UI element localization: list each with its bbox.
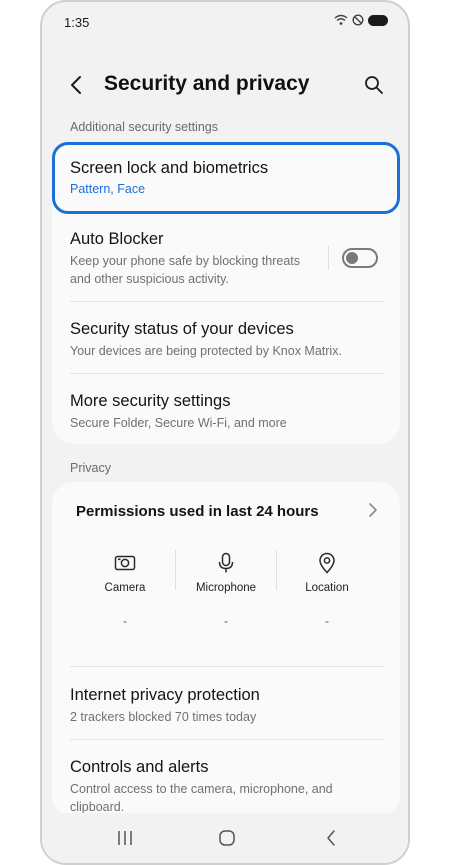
permission-microphone-label: Microphone xyxy=(195,582,257,594)
permission-camera[interactable]: Camera - xyxy=(75,550,175,628)
security-status-item[interactable]: Security status of your devices Your dev… xyxy=(52,302,400,373)
controls-alerts-item[interactable]: Controls and alerts Control access to th… xyxy=(52,740,400,817)
app-header: Security and privacy xyxy=(42,62,408,108)
home-icon xyxy=(219,830,235,846)
controls-alerts-title: Controls and alerts xyxy=(70,758,209,776)
recents-button[interactable] xyxy=(110,825,140,851)
security-status-title: Security status of your devices xyxy=(70,320,294,338)
auto-blocker-toggle[interactable] xyxy=(342,248,378,268)
toggle-knob xyxy=(346,252,358,264)
search-icon xyxy=(365,76,383,94)
toggle-separator xyxy=(328,246,329,270)
battery-icon xyxy=(368,14,388,26)
permission-location-value: - xyxy=(325,614,329,628)
permission-location[interactable]: Location - xyxy=(277,550,377,628)
permission-camera-value: - xyxy=(123,614,127,628)
highlight-outline xyxy=(52,142,400,214)
phone-screen: 1:35 Security and privacy Additional sec… xyxy=(40,0,410,865)
back-button[interactable] xyxy=(64,72,88,98)
section-label-privacy: Privacy xyxy=(70,461,111,475)
back-icon xyxy=(327,830,335,846)
internet-privacy-title: Internet privacy protection xyxy=(70,686,260,704)
security-status-subtitle: Your devices are being protected by Knox… xyxy=(70,344,342,358)
screen-lock-item[interactable]: Screen lock and biometrics Pattern, Face xyxy=(52,142,400,214)
more-security-subtitle: Secure Folder, Secure Wi-Fi, and more xyxy=(70,416,287,430)
auto-blocker-item[interactable]: Auto Blocker Keep your phone safe by blo… xyxy=(52,220,400,300)
permission-microphone-value: - xyxy=(224,614,228,628)
microphone-icon xyxy=(218,552,234,573)
section-label-security: Additional security settings xyxy=(70,120,218,134)
permission-camera-label: Camera xyxy=(104,582,146,594)
more-security-title: More security settings xyxy=(70,392,231,410)
back-nav-button[interactable] xyxy=(316,825,346,851)
permissions-header[interactable]: Permissions used in last 24 hours xyxy=(52,482,400,538)
screen-lock-title: Screen lock and biometrics xyxy=(70,159,269,177)
auto-blocker-title: Auto Blocker xyxy=(70,230,164,248)
home-button[interactable] xyxy=(212,825,242,851)
permissions-title: Permissions used in last 24 hours xyxy=(76,503,319,520)
controls-alerts-subtitle: Control access to the camera, microphone… xyxy=(70,782,333,814)
page-title: Security and privacy xyxy=(104,72,310,95)
privacy-card: Permissions used in last 24 hours Camera… xyxy=(52,482,400,817)
status-bar: 1:35 xyxy=(42,2,408,46)
permission-location-label: Location xyxy=(305,582,349,594)
location-icon xyxy=(319,552,335,574)
search-button[interactable] xyxy=(362,72,386,98)
recents-icon xyxy=(118,831,132,845)
status-time: 1:35 xyxy=(64,15,90,30)
internet-privacy-item[interactable]: Internet privacy protection 2 trackers b… xyxy=(52,667,400,739)
security-card: Screen lock and biometrics Pattern, Face… xyxy=(52,142,400,444)
auto-blocker-subtitle: Keep your phone safe by blocking threats… xyxy=(70,254,301,286)
wifi-icon xyxy=(334,14,348,25)
camera-icon xyxy=(114,555,136,571)
chevron-left-icon xyxy=(71,76,81,94)
permission-microphone[interactable]: Microphone - xyxy=(176,550,276,628)
more-security-item[interactable]: More security settings Secure Folder, Se… xyxy=(52,374,400,444)
do-not-disturb-icon xyxy=(352,14,364,26)
internet-privacy-subtitle: 2 trackers blocked 70 times today xyxy=(70,710,257,724)
screen-lock-subtitle: Pattern, Face xyxy=(70,182,146,196)
chevron-right-icon xyxy=(369,503,377,517)
navigation-bar xyxy=(42,813,408,863)
status-icons xyxy=(334,14,388,26)
